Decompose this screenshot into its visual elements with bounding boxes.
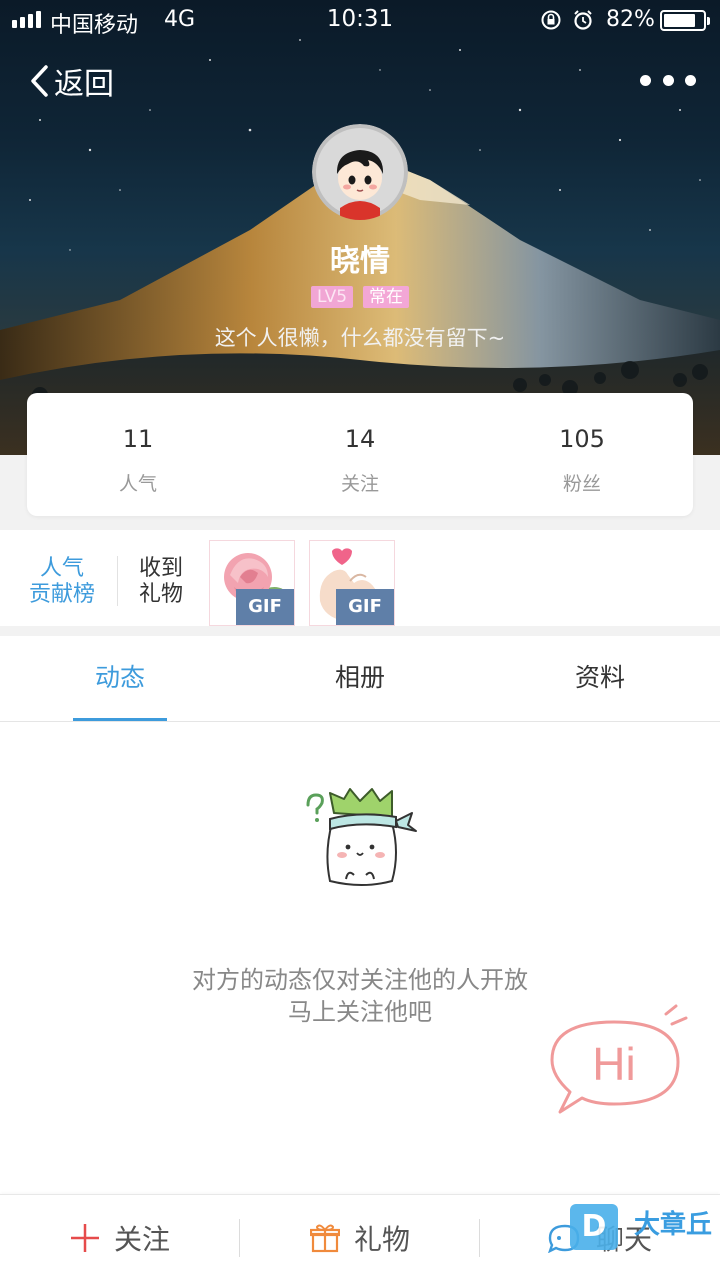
profile-header-background: 中国移动 4G 10:31 82% 返回 晓情 LV5 常在 这个人很懒，什么都… xyxy=(0,0,720,455)
gift-row: 人气 贡献榜 收到 礼物 GIF GIF xyxy=(0,530,720,626)
gift-label: 礼物 xyxy=(353,1222,410,1256)
divider xyxy=(117,556,118,606)
say-hi-button[interactable]: Hi xyxy=(548,1004,694,1124)
stat-fans-value: 105 xyxy=(559,425,605,453)
stat-popularity-value: 11 xyxy=(122,425,154,453)
hi-text: Hi xyxy=(592,1038,635,1090)
tab-album[interactable]: 相册 xyxy=(240,636,480,721)
follow-label: 关注 xyxy=(113,1222,170,1256)
contribution-ranking-link[interactable]: 人气 贡献榜 xyxy=(18,556,106,608)
stat-following[interactable]: 14 关注 xyxy=(249,393,471,516)
back-button[interactable]: 返回 xyxy=(28,58,114,104)
gif-badge: GIF xyxy=(336,589,394,625)
section-gap xyxy=(0,626,720,636)
watermark-text: 大章丘 xyxy=(634,1209,713,1240)
status-bar: 中国移动 4G 10:31 82% xyxy=(0,0,720,40)
profile-tags: LV5 常在 xyxy=(0,286,720,308)
received-label-line2: 礼物 xyxy=(138,582,183,607)
alarm-icon xyxy=(574,10,592,30)
gift-item-finger-heart[interactable]: GIF xyxy=(309,540,395,626)
rank-label-line1: 人气 xyxy=(39,556,84,581)
stat-fans[interactable]: 105 粉丝 xyxy=(471,393,693,516)
cartoon-avatar-icon xyxy=(312,124,408,220)
back-label: 返回 xyxy=(54,67,114,102)
confused-radish-mascot-icon xyxy=(306,788,417,886)
site-watermark: D 大章丘 xyxy=(570,1204,712,1250)
stat-popularity-label: 人气 xyxy=(118,473,157,495)
empty-state-message: 对方的动态仅对关注他的人开放 xyxy=(192,966,528,994)
rank-label-line2: 贡献榜 xyxy=(28,582,95,607)
profile-tabs: 动态 相册 资料 xyxy=(0,636,720,722)
plus-icon xyxy=(70,1223,99,1252)
hi-speech-bubble-icon: Hi xyxy=(550,1004,688,1114)
stat-popularity[interactable]: 11 人气 xyxy=(27,393,249,516)
send-gift-button[interactable]: 礼物 xyxy=(240,1195,480,1280)
stat-following-label: 关注 xyxy=(340,473,379,495)
battery-icon xyxy=(660,10,710,31)
stat-fans-label: 粉丝 xyxy=(562,473,601,495)
profile-name: 晓情 xyxy=(330,244,390,279)
received-label-line1: 收到 xyxy=(138,556,183,581)
received-gifts-label: 收到 礼物 xyxy=(126,556,196,608)
watermark-logo-icon: D xyxy=(570,1204,618,1250)
status-badge: 常在 xyxy=(363,286,410,308)
stats-card: 11 人气 14 关注 105 粉丝 xyxy=(27,393,693,516)
stat-following-value: 14 xyxy=(344,425,376,453)
gift-box-icon xyxy=(309,1224,340,1252)
profile-bio: 这个人很懒，什么都没有留下~ xyxy=(214,326,506,350)
tab-moments[interactable]: 动态 xyxy=(0,636,240,721)
avatar[interactable] xyxy=(312,124,408,220)
level-badge: LV5 xyxy=(310,286,354,308)
tab-profile-info[interactable]: 资料 xyxy=(480,636,720,721)
chevron-left-icon xyxy=(31,65,48,97)
more-options-button[interactable] xyxy=(640,62,696,98)
gif-badge: GIF xyxy=(236,589,294,625)
follow-button[interactable]: 关注 xyxy=(0,1195,240,1280)
battery-percent: 82% xyxy=(606,7,655,32)
gift-item-rose[interactable]: GIF xyxy=(209,540,295,626)
rotation-lock-icon xyxy=(541,10,561,30)
